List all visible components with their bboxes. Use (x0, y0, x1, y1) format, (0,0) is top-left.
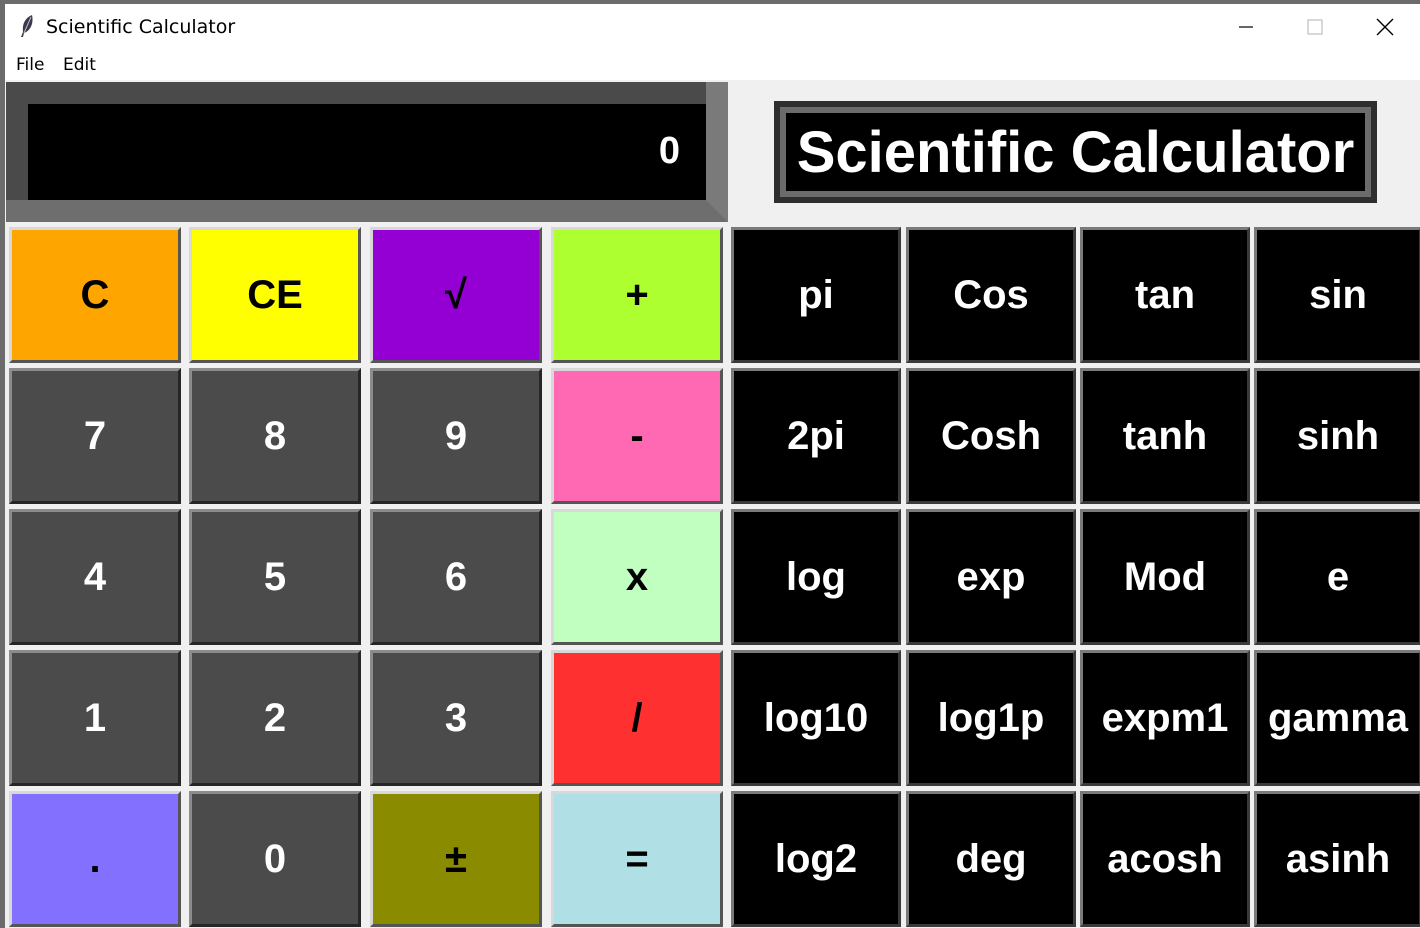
clear-entry-button[interactable]: CE (189, 227, 361, 363)
display-entry[interactable]: 0 (28, 104, 706, 200)
close-icon (1376, 18, 1394, 36)
menu-bar: File Edit (5, 50, 1420, 80)
feather-icon (21, 15, 33, 37)
heading-frame: Scientific Calculator (774, 101, 1377, 203)
heading-label: Scientific Calculator (786, 113, 1365, 191)
plus-minus-button[interactable]: ± (370, 791, 542, 927)
2-button[interactable]: 2 (189, 650, 361, 786)
calculator-window: Scientific Calculator File Edit 0 Scient… (5, 4, 1420, 928)
clear-button[interactable]: C (9, 227, 181, 363)
log-button[interactable]: log (731, 509, 901, 645)
7-button[interactable]: 7 (9, 368, 181, 504)
asinh-button[interactable]: asinh (1254, 791, 1420, 927)
sqrt-button[interactable]: √ (370, 227, 542, 363)
gamma-button[interactable]: gamma (1254, 650, 1420, 786)
expm1-button[interactable]: expm1 (1080, 650, 1250, 786)
display-frame: 0 (6, 82, 728, 222)
log10-button[interactable]: log10 (731, 650, 901, 786)
1-button[interactable]: 1 (9, 650, 181, 786)
divide-button[interactable]: / (551, 650, 723, 786)
menu-edit[interactable]: Edit (63, 55, 96, 75)
5-button[interactable]: 5 (189, 509, 361, 645)
log2-button[interactable]: log2 (731, 791, 901, 927)
2pi-button[interactable]: 2pi (731, 368, 901, 504)
9-button[interactable]: 9 (370, 368, 542, 504)
equals-button[interactable]: = (551, 791, 723, 927)
cosh-button[interactable]: Cosh (906, 368, 1076, 504)
decimal-button[interactable]: . (9, 791, 181, 927)
log1p-button[interactable]: log1p (906, 650, 1076, 786)
maximize-icon (1307, 19, 1323, 35)
close-button[interactable] (1351, 4, 1419, 50)
4-button[interactable]: 4 (9, 509, 181, 645)
exp-button[interactable]: exp (906, 509, 1076, 645)
tan-button[interactable]: tan (1080, 227, 1250, 363)
add-button[interactable]: + (551, 227, 723, 363)
deg-button[interactable]: deg (906, 791, 1076, 927)
multiply-button[interactable]: x (551, 509, 723, 645)
pi-button[interactable]: pi (731, 227, 901, 363)
window-title: Scientific Calculator (46, 16, 236, 38)
tanh-button[interactable]: tanh (1080, 368, 1250, 504)
keypad: C CE √ + pi Cos tan sin 7 8 9-2pi Cosh tanh sinh 4 5 6 x l… (6, 224, 1420, 928)
0-button[interactable]: 0 (189, 791, 361, 927)
8-button[interactable]: 8 (189, 368, 361, 504)
6-button[interactable]: 6 (370, 509, 542, 645)
maximize-button[interactable] (1281, 4, 1349, 50)
3-button[interactable]: 3 (370, 650, 542, 786)
minimize-button[interactable] (1212, 4, 1280, 50)
cos-button[interactable]: Cos (906, 227, 1076, 363)
menu-file[interactable]: File (16, 55, 44, 75)
minimize-icon (1239, 26, 1253, 28)
e-button[interactable]: e (1254, 509, 1420, 645)
subtract-button[interactable]: - (551, 368, 723, 504)
mod-button[interactable]: Mod (1080, 509, 1250, 645)
sinh-button[interactable]: sinh (1254, 368, 1420, 504)
acosh-button[interactable]: acosh (1080, 791, 1250, 927)
sin-button[interactable]: sin (1254, 227, 1420, 363)
title-bar: Scientific Calculator (5, 4, 1420, 50)
